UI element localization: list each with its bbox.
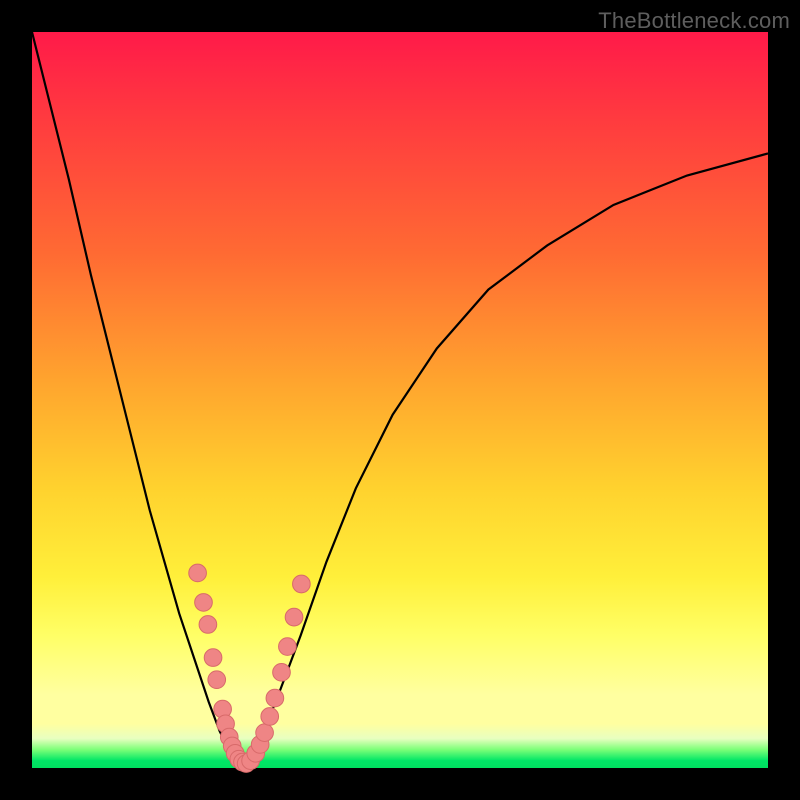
data-marker [285, 608, 303, 626]
marker-group [189, 564, 310, 772]
chart-svg [32, 32, 768, 768]
data-marker [199, 616, 217, 634]
curve-right [240, 153, 768, 766]
chart-frame: TheBottleneck.com [0, 0, 800, 800]
watermark-text: TheBottleneck.com [598, 8, 790, 34]
data-marker [261, 708, 279, 726]
data-marker [208, 671, 226, 689]
data-marker [204, 649, 222, 667]
plot-area [32, 32, 768, 768]
data-marker [256, 724, 274, 742]
data-marker [273, 663, 291, 681]
data-marker [293, 575, 311, 593]
data-marker [195, 594, 213, 612]
data-marker [189, 564, 207, 582]
data-marker [279, 638, 297, 656]
data-marker [266, 689, 284, 707]
